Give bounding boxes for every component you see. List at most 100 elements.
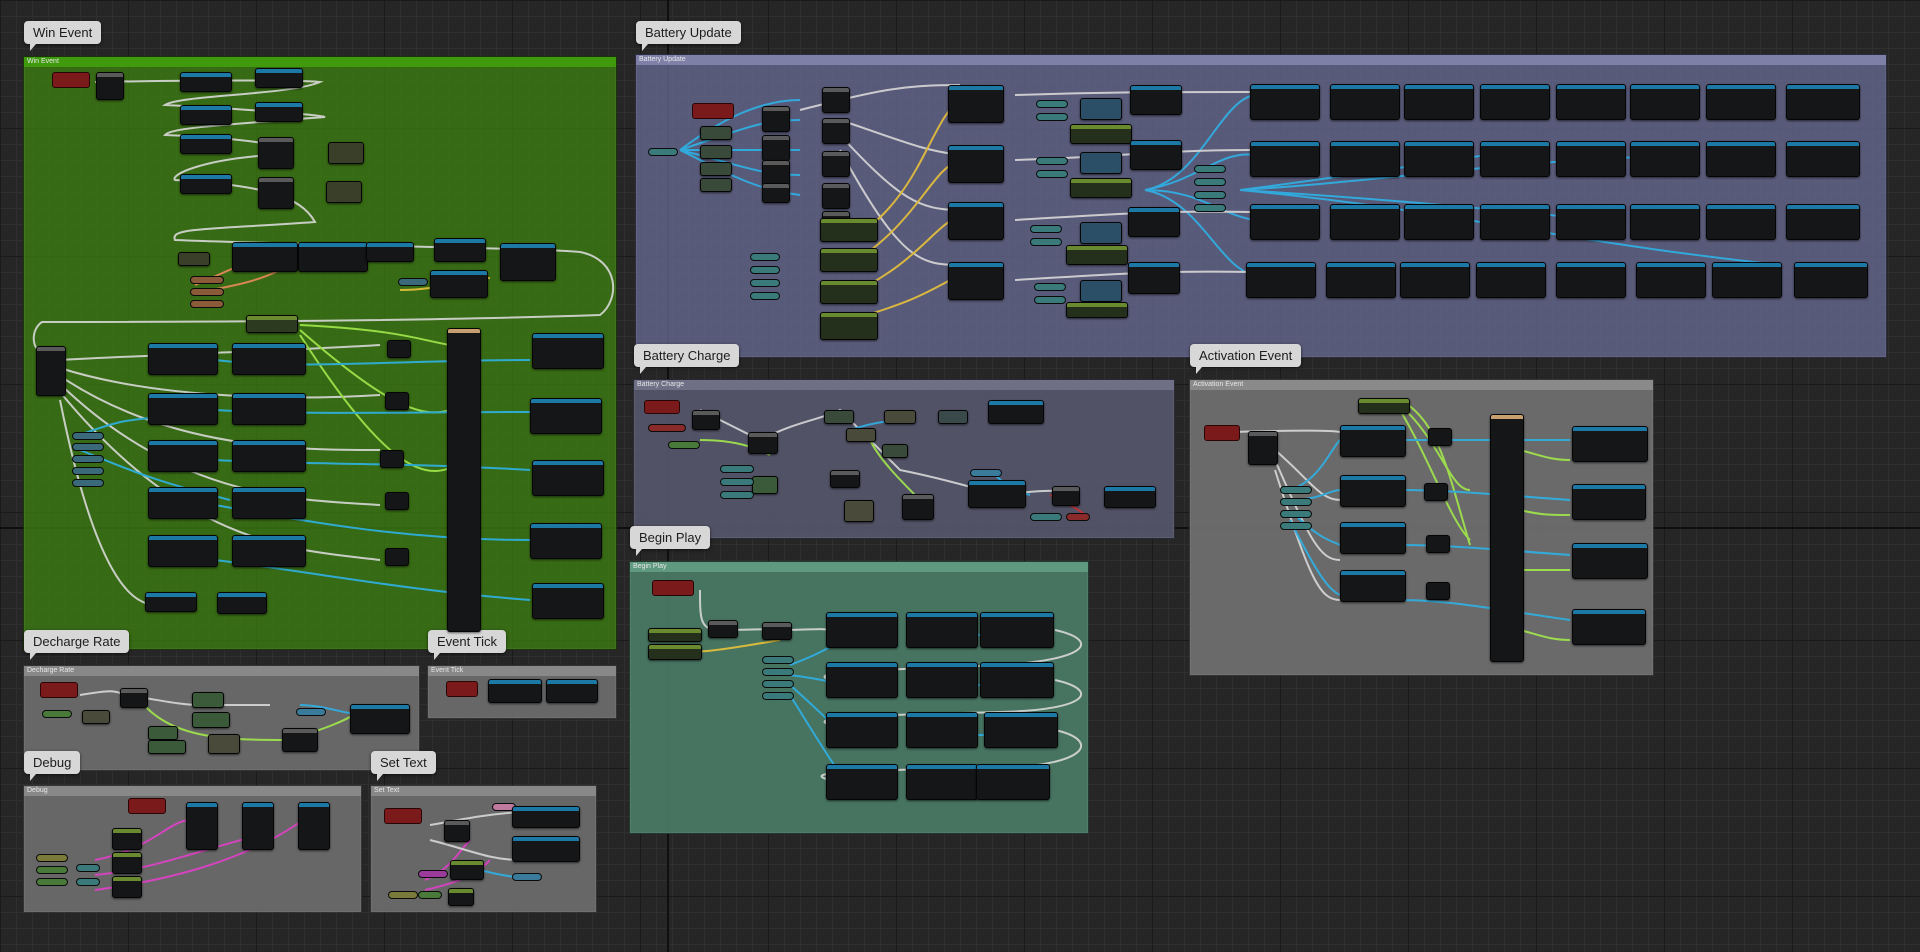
battery-row-2-node-4[interactable]: [1480, 141, 1550, 177]
debug-pill-1[interactable]: [36, 854, 68, 862]
battery-update-lerp-2[interactable]: [1070, 178, 1132, 198]
decharge-rate-bool-4[interactable]: [148, 740, 186, 754]
decharge-rate-branch-node[interactable]: [120, 688, 148, 708]
activation-set-1[interactable]: [1340, 425, 1406, 457]
battery-charge-pill-5[interactable]: [970, 469, 1002, 477]
begin-play-seq-node-1[interactable]: [708, 620, 738, 638]
set-text-format-node[interactable]: [450, 860, 484, 880]
battery-update-get-3[interactable]: [1080, 222, 1122, 244]
activation-branch-2[interactable]: [1424, 483, 1448, 501]
activation-set-3[interactable]: [1340, 522, 1406, 554]
battery-update-play-2[interactable]: [1130, 140, 1182, 170]
comment-box-win-event[interactable]: Win Event: [23, 56, 617, 650]
win-row-node-2b[interactable]: [232, 393, 306, 425]
win-row-node-5a[interactable]: [148, 535, 218, 567]
battery-update-lerp-3[interactable]: [1066, 245, 1128, 265]
win-add-to-viewport-node[interactable]: [430, 270, 488, 298]
win-var-pill-5[interactable]: [72, 479, 104, 487]
battery-row-1-node-2[interactable]: [1330, 84, 1400, 120]
activation-set-param-1[interactable]: [1572, 426, 1648, 462]
battery-update-input-pill[interactable]: [648, 148, 678, 156]
win-var-pill-8[interactable]: [190, 300, 224, 308]
battery-row-4-node-3[interactable]: [1400, 262, 1470, 298]
set-text-set-node-1[interactable]: [512, 806, 580, 828]
activation-branch-1[interactable]: [1428, 428, 1452, 446]
battery-charge-pill-6[interactable]: [1030, 513, 1062, 521]
win-var-pill-2[interactable]: [72, 443, 104, 451]
battery-row-4-node-2[interactable]: [1326, 262, 1396, 298]
set-text-pill-5[interactable]: [512, 873, 542, 881]
win-branch-column[interactable]: [447, 328, 481, 632]
battery-charge-pill-7[interactable]: [1066, 513, 1090, 521]
activation-set-param-3[interactable]: [1572, 543, 1648, 579]
win-row-node-1b[interactable]: [232, 343, 306, 375]
battery-row-3-node-8[interactable]: [1786, 204, 1860, 240]
battery-update-set-2[interactable]: [948, 145, 1004, 183]
win-var-pill-9[interactable]: [398, 278, 428, 286]
battery-update-bool-2[interactable]: [820, 248, 878, 272]
comment-title-win-event[interactable]: Win Event: [24, 21, 102, 51]
decharge-rate-event-node[interactable]: [40, 682, 78, 698]
win-delay-node-1[interactable]: [258, 137, 294, 169]
battery-row-2-node-1[interactable]: [1250, 141, 1320, 177]
activation-set-2[interactable]: [1340, 475, 1406, 507]
battery-update-pill-8[interactable]: [1036, 170, 1068, 178]
debug-print-node-2[interactable]: [242, 802, 274, 850]
begin-play-pill-3[interactable]: [762, 680, 794, 688]
win-row-node-1a[interactable]: [148, 343, 218, 375]
battery-update-bool-4[interactable]: [820, 312, 878, 340]
battery-update-compare-1[interactable]: [762, 106, 790, 132]
debug-print-node-1[interactable]: [186, 802, 218, 850]
begin-play-row-2-node-2[interactable]: [906, 662, 978, 698]
battery-charge-math-4[interactable]: [846, 428, 876, 442]
battery-update-get-1[interactable]: [1080, 98, 1122, 120]
battery-update-branch-4[interactable]: [822, 183, 850, 209]
debug-print-node-3[interactable]: [298, 802, 330, 850]
battery-update-pill-1[interactable]: [750, 253, 780, 261]
battery-row-1-node-1[interactable]: [1250, 84, 1320, 120]
battery-update-branch-3[interactable]: [822, 151, 850, 177]
win-var-pill-7[interactable]: [190, 288, 224, 296]
battery-update-branch-2[interactable]: [822, 118, 850, 144]
activation-select-column[interactable]: [1490, 414, 1524, 662]
battery-update-math-1[interactable]: [700, 126, 732, 140]
battery-update-pill-12[interactable]: [1034, 296, 1066, 304]
battery-update-compare-2[interactable]: [762, 135, 790, 161]
win-branch-node-1[interactable]: [387, 340, 411, 358]
battery-update-event-node[interactable]: [692, 103, 734, 119]
battery-update-pill-7[interactable]: [1036, 157, 1068, 165]
win-set-param-node-3[interactable]: [532, 460, 604, 496]
battery-update-pill-5[interactable]: [1036, 100, 1068, 108]
set-text-pill-4[interactable]: [418, 891, 442, 899]
begin-play-event-node[interactable]: [652, 580, 694, 596]
begin-play-row-2-node-3[interactable]: [980, 662, 1054, 698]
battery-update-compare-4[interactable]: [762, 183, 790, 203]
begin-play-row-1-node-2[interactable]: [906, 612, 978, 648]
win-branch-node-3[interactable]: [380, 450, 404, 468]
battery-row-1-node-5[interactable]: [1556, 84, 1626, 120]
battery-row-3-node-6[interactable]: [1630, 204, 1700, 240]
battery-update-math-4[interactable]: [700, 178, 732, 192]
set-text-set-node-2[interactable]: [512, 836, 580, 862]
battery-row-4-node-7[interactable]: [1712, 262, 1782, 298]
win-foreach-node[interactable]: [36, 346, 66, 396]
win-row-node-5b[interactable]: [232, 535, 306, 567]
battery-row-3-node-3[interactable]: [1404, 204, 1474, 240]
battery-row-4-node-5[interactable]: [1556, 262, 1626, 298]
battery-row-4-node-6[interactable]: [1636, 262, 1706, 298]
win-row-node-4b[interactable]: [232, 487, 306, 519]
win-delay-node-2[interactable]: [258, 177, 294, 209]
win-branch-node-2[interactable]: [385, 392, 409, 410]
decharge-rate-compare-node[interactable]: [282, 728, 318, 752]
begin-play-pill-2[interactable]: [762, 668, 794, 676]
battery-update-pill-9[interactable]: [1030, 225, 1062, 233]
battery-charge-pill-1[interactable]: [668, 441, 700, 449]
win-sequence-node[interactable]: [96, 72, 124, 100]
decharge-rate-math-node[interactable]: [82, 710, 110, 724]
battery-charge-math-1[interactable]: [824, 410, 854, 424]
win-row-node-6b[interactable]: [217, 592, 267, 614]
battery-update-bool-1[interactable]: [820, 218, 878, 242]
debug-pill-5[interactable]: [76, 878, 100, 886]
win-play-sound-node[interactable]: [434, 238, 486, 262]
decharge-rate-get-node[interactable]: [208, 734, 240, 754]
